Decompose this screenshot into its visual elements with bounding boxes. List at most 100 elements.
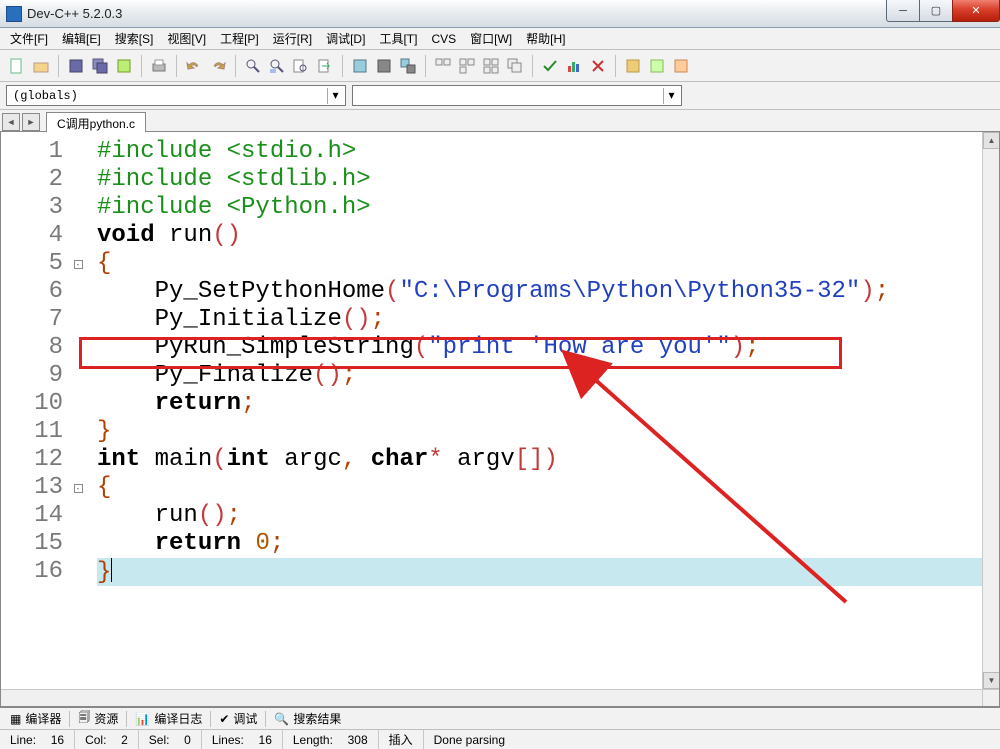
output-tab-label: 编译器 bbox=[25, 710, 61, 727]
window-list1-icon[interactable] bbox=[432, 55, 454, 77]
output-tab-1[interactable]: 🗐资源 bbox=[72, 706, 124, 731]
selector-row: (globals) ▾ ▾ bbox=[0, 82, 1000, 110]
fold-toggle[interactable]: - bbox=[74, 484, 83, 493]
member-combo[interactable]: ▾ bbox=[352, 85, 682, 106]
open-icon[interactable] bbox=[30, 55, 52, 77]
window-cascade-icon[interactable] bbox=[504, 55, 526, 77]
menu-item-0[interactable]: 文件[F] bbox=[4, 28, 54, 49]
output-tabs: ▦ 编译器 🗐资源 📊 编译日志 ✔调试 🔍 搜索结果 bbox=[0, 707, 1000, 729]
code-line[interactable]: { bbox=[97, 474, 999, 502]
find-icon[interactable] bbox=[242, 55, 264, 77]
goto-icon[interactable] bbox=[314, 55, 336, 77]
code-line[interactable]: #include <Python.h> bbox=[97, 194, 999, 222]
code-line[interactable]: Py_SetPythonHome("C:\Programs\Python\Pyt… bbox=[97, 278, 999, 306]
tab-next-button[interactable]: ► bbox=[22, 113, 40, 131]
close-file-icon[interactable] bbox=[113, 55, 135, 77]
tab-file[interactable]: C调用python.c bbox=[46, 112, 146, 132]
menu-bar: 文件[F]编辑[E]搜索[S]视图[V]工程[P]运行[R]调试[D]工具[T]… bbox=[0, 28, 1000, 50]
bar-icon: 📊 bbox=[135, 712, 150, 726]
tool1-icon[interactable] bbox=[622, 55, 644, 77]
chevron-down-icon: ▾ bbox=[327, 88, 343, 104]
save-icon[interactable] bbox=[65, 55, 87, 77]
code-line[interactable]: int main(int argc, char* argv[]) bbox=[97, 446, 999, 474]
minimize-button[interactable]: ─ bbox=[886, 0, 920, 22]
new-file-icon[interactable] bbox=[6, 55, 28, 77]
fold-toggle[interactable]: - bbox=[74, 260, 83, 269]
print-icon[interactable] bbox=[148, 55, 170, 77]
status-length: Length: 308 bbox=[283, 730, 379, 749]
code-line[interactable]: } bbox=[97, 418, 999, 446]
chevron-down-icon: ▾ bbox=[663, 88, 679, 104]
window-list2-icon[interactable] bbox=[456, 55, 478, 77]
status-mode: 插入 bbox=[379, 730, 424, 749]
save-all-icon[interactable] bbox=[89, 55, 111, 77]
redo-icon[interactable] bbox=[207, 55, 229, 77]
title-bar: Dev-C++ 5.2.0.3 ─ ▢ ✕ bbox=[0, 0, 1000, 28]
compile-run-icon[interactable] bbox=[397, 55, 419, 77]
code-line[interactable]: #include <stdio.h> bbox=[97, 138, 999, 166]
find-in-files-icon[interactable] bbox=[290, 55, 312, 77]
status-bar: Line: 16 Col: 2 Sel: 0 Lines: 16 Length:… bbox=[0, 729, 1000, 749]
window-tile-icon[interactable] bbox=[480, 55, 502, 77]
grid-icon: ▦ bbox=[10, 712, 21, 726]
code-line[interactable]: return 0; bbox=[97, 530, 999, 558]
code-line[interactable]: } bbox=[97, 558, 999, 586]
profile-icon[interactable] bbox=[563, 55, 585, 77]
res-icon: 🗐 bbox=[78, 708, 90, 729]
tab-file-label: C调用python.c bbox=[57, 117, 135, 131]
menu-item-3[interactable]: 视图[V] bbox=[161, 28, 212, 49]
output-tab-2[interactable]: 📊 编译日志 bbox=[129, 708, 208, 729]
status-lines: Lines: 16 bbox=[202, 730, 283, 749]
close-button[interactable]: ✕ bbox=[952, 0, 1000, 22]
status-sel: Sel: 0 bbox=[139, 730, 202, 749]
maximize-button[interactable]: ▢ bbox=[919, 0, 953, 22]
tool2-icon[interactable] bbox=[646, 55, 668, 77]
debug-check-icon[interactable] bbox=[539, 55, 561, 77]
undo-icon[interactable] bbox=[183, 55, 205, 77]
menu-item-5[interactable]: 运行[R] bbox=[267, 28, 318, 49]
code-line[interactable]: { bbox=[97, 250, 999, 278]
search-icon: 🔍 bbox=[274, 712, 289, 726]
menu-item-7[interactable]: 工具[T] bbox=[373, 28, 423, 49]
window-title: Dev-C++ 5.2.0.3 bbox=[27, 6, 122, 21]
menu-item-4[interactable]: 工程[P] bbox=[214, 28, 265, 49]
replace-icon[interactable] bbox=[266, 55, 288, 77]
output-tab-label: 搜索结果 bbox=[293, 710, 341, 727]
menu-item-2[interactable]: 搜索[S] bbox=[109, 28, 160, 49]
menu-item-10[interactable]: 帮助[H] bbox=[520, 28, 571, 49]
code-editor[interactable]: #include <stdio.h>#include <stdlib.h>#in… bbox=[85, 132, 999, 706]
code-line[interactable]: return; bbox=[97, 390, 999, 418]
status-col: Col: 2 bbox=[75, 730, 139, 749]
tab-prev-button[interactable]: ◄ bbox=[2, 113, 20, 131]
menu-item-6[interactable]: 调试[D] bbox=[320, 28, 371, 49]
scroll-down-button[interactable]: ▼ bbox=[983, 672, 1000, 689]
scope-combo[interactable]: (globals) ▾ bbox=[6, 85, 346, 106]
annotation-highlight-box bbox=[79, 337, 842, 369]
code-line[interactable]: #include <stdlib.h> bbox=[97, 166, 999, 194]
tool3-icon[interactable] bbox=[670, 55, 692, 77]
status-parse: Done parsing bbox=[424, 730, 515, 749]
menu-item-8[interactable]: CVS bbox=[425, 30, 462, 48]
scope-combo-value: (globals) bbox=[13, 89, 78, 103]
code-line[interactable]: Py_Initialize(); bbox=[97, 306, 999, 334]
compile-icon[interactable] bbox=[349, 55, 371, 77]
code-line[interactable]: void run() bbox=[97, 222, 999, 250]
code-line[interactable]: run(); bbox=[97, 502, 999, 530]
scroll-up-button[interactable]: ▲ bbox=[983, 132, 1000, 149]
delete-icon[interactable] bbox=[587, 55, 609, 77]
output-tab-0[interactable]: ▦ 编译器 bbox=[4, 708, 67, 729]
app-icon bbox=[6, 6, 22, 22]
horizontal-scrollbar[interactable] bbox=[1, 689, 982, 706]
menu-item-1[interactable]: 编辑[E] bbox=[56, 28, 107, 49]
editor-tabstrip: ◄ ► C调用python.c bbox=[0, 110, 1000, 132]
menu-item-9[interactable]: 窗口[W] bbox=[464, 28, 518, 49]
vertical-scrollbar[interactable]: ▲ ▼ bbox=[982, 132, 999, 706]
output-tab-3[interactable]: ✔调试 bbox=[213, 708, 263, 729]
run-icon[interactable] bbox=[373, 55, 395, 77]
editor-area: 12345678910111213141516 - - #include <std… bbox=[0, 132, 1000, 707]
output-tab-label: 编译日志 bbox=[154, 710, 202, 727]
status-line: Line: 16 bbox=[0, 730, 75, 749]
line-number-gutter: 12345678910111213141516 bbox=[1, 132, 71, 706]
toolbar bbox=[0, 50, 1000, 82]
output-tab-4[interactable]: 🔍 搜索结果 bbox=[268, 708, 347, 729]
